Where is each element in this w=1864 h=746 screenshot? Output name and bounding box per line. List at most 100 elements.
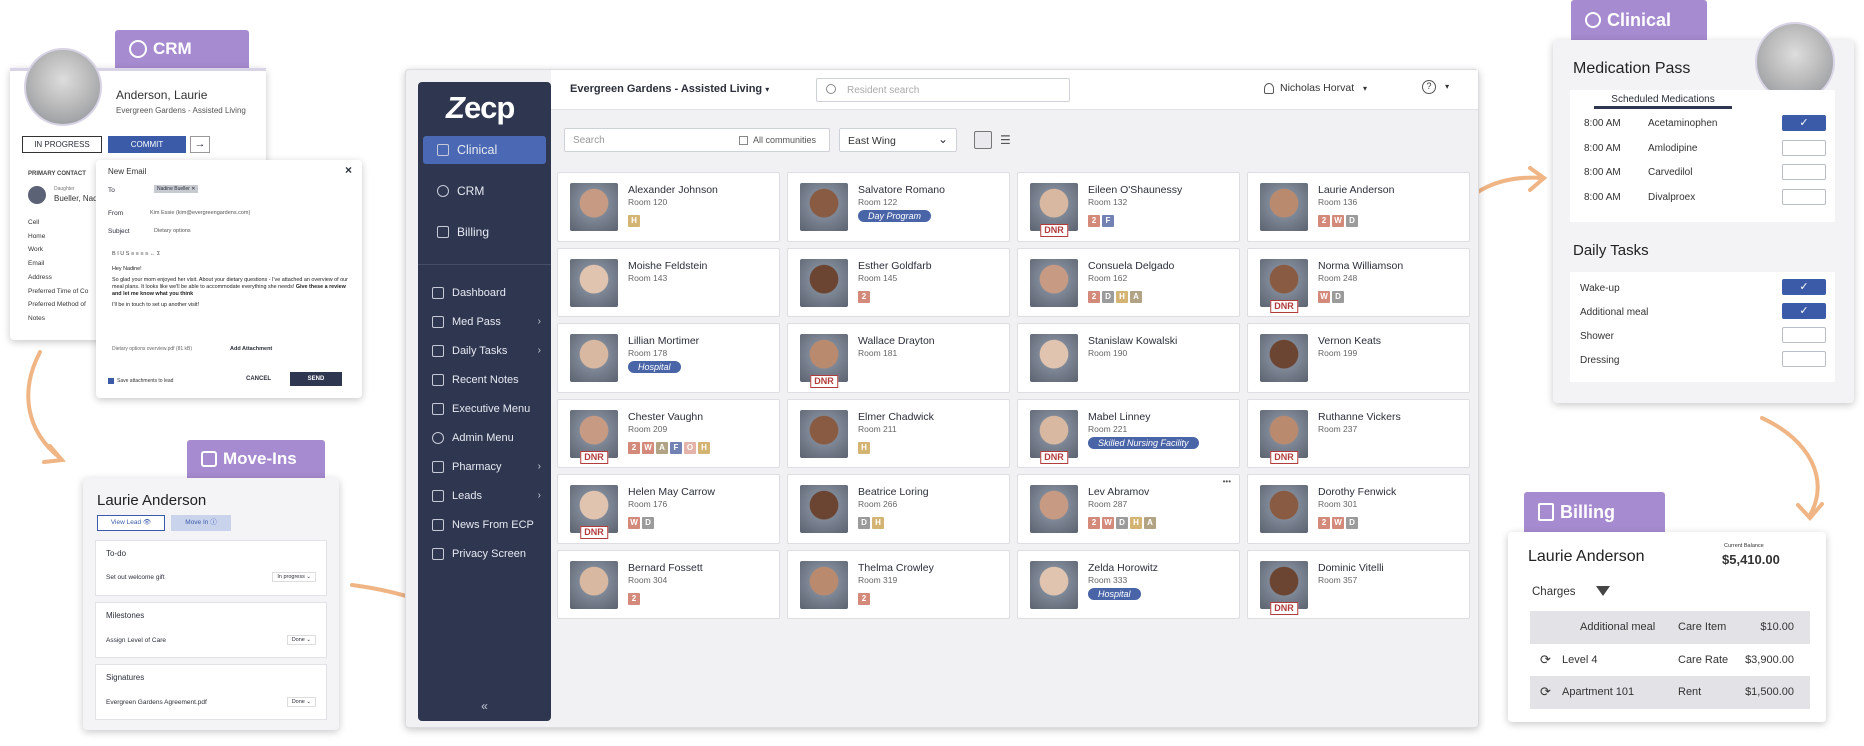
resident-room: Room 122 — [858, 197, 898, 207]
dashboard-icon — [432, 286, 444, 299]
sidebar-item-admin-menu[interactable]: Admin Menu — [418, 423, 551, 452]
med-checkbox[interactable] — [1782, 139, 1826, 156]
card-view-toggle[interactable] — [974, 131, 992, 149]
list-view-toggle[interactable]: ☰ — [1000, 133, 1011, 147]
send-button[interactable]: SEND — [290, 372, 342, 386]
subject-input[interactable]: Dietary options — [154, 228, 191, 234]
resident-card[interactable]: Vernon Keats Room 199 — [1247, 323, 1470, 393]
resident-card[interactable]: Esther Goldfarb Room 145 2 — [787, 247, 1010, 317]
resident-card[interactable]: Salvatore Romano Room 122 Day Program — [787, 172, 1010, 242]
resident-card[interactable]: DNR Ruthanne Vickers Room 237 — [1247, 398, 1470, 468]
sidebar-item-daily-tasks[interactable]: Daily Tasks › — [418, 336, 551, 365]
resident-card[interactable]: Dorothy Fenwick Room 301 2 W D — [1247, 474, 1470, 544]
resident-card[interactable]: DNR Chester Vaughn Room 209 2 W A F O H — [557, 398, 780, 468]
task-checkbox[interactable] — [1782, 351, 1826, 367]
app-logo[interactable]: Zecp — [446, 90, 515, 126]
resident-card[interactable]: DNR Norma Williamson Room 248 W D — [1247, 247, 1470, 317]
resident-card[interactable]: Laurie Anderson Room 136 2 W D — [1247, 172, 1470, 242]
charge-row[interactable]: ⟳ Level 4 Care Rate $3,900.00 — [1530, 643, 1810, 676]
all-communities-checkbox[interactable] — [739, 136, 748, 145]
sidebar-item-privacy-screen[interactable]: Privacy Screen — [418, 539, 551, 568]
resident-card[interactable]: Beatrice Loring Room 266 D H — [787, 474, 1010, 544]
filter-icon[interactable] — [1596, 586, 1610, 596]
resident-card[interactable]: DNR Helen May Carrow Room 176 W D — [557, 474, 780, 544]
resident-card[interactable]: Lillian Mortimer Room 178 Hospital — [557, 323, 780, 393]
resident-card[interactable]: Thelma Crowley Room 319 2 — [787, 549, 1010, 619]
close-icon[interactable]: × — [345, 163, 352, 177]
nav-clinical[interactable]: Clinical — [423, 136, 546, 164]
signature-status-dropdown[interactable]: Done ⌄ — [286, 697, 316, 707]
resident-card[interactable]: Lev Abramov Room 287 2 W D H A ••• — [1017, 474, 1240, 544]
sidebar-item-label: Daily Tasks — [452, 344, 508, 357]
milestones-section: Milestones Assign Level of Care Done ⌄ — [95, 602, 327, 658]
wing-select[interactable]: East Wing ⌄ — [839, 128, 957, 152]
med-checkbox[interactable] — [1782, 188, 1826, 205]
move-in-button[interactable]: Move In ⓘ — [171, 515, 231, 531]
arrow-button[interactable]: → — [190, 136, 210, 153]
resident-card[interactable]: Stanislaw Kowalski Room 190 — [1017, 323, 1240, 393]
to-chip[interactable]: Nadine Bueller ✕ — [154, 185, 199, 193]
milestone-status-dropdown[interactable]: Done ⌄ — [286, 635, 316, 645]
sidebar-item-news[interactable]: News From ECP — [418, 510, 551, 539]
in-progress-button[interactable]: IN PROGRESS — [22, 136, 102, 153]
resident-photo — [1260, 334, 1308, 382]
care-badge: D — [1346, 215, 1358, 227]
task-row: Wake-up ✓ — [1570, 278, 1835, 302]
crm-tag-label: CRM — [153, 39, 192, 58]
resident-card[interactable]: Elmer Chadwick Room 211 H — [787, 398, 1010, 468]
care-badge: W — [1332, 215, 1344, 227]
resident-search-input[interactable]: Resident search — [816, 78, 1070, 102]
resident-card[interactable]: DNR Mabel Linney Room 221 Skilled Nursing F… — [1017, 398, 1240, 468]
resident-card[interactable]: Moishe Feldstein Room 143 — [557, 247, 780, 317]
email-body[interactable]: Hey Nadine! So glad your mom enjoyed her… — [112, 266, 348, 309]
care-badges: 2WD — [1318, 512, 1360, 530]
collapse-sidebar-button[interactable]: « — [418, 699, 551, 713]
resident-name: Beatrice Loring — [858, 486, 929, 498]
commit-button[interactable]: COMMIT — [108, 136, 186, 153]
resident-card[interactable]: Bernard Fossett Room 304 2 — [557, 549, 780, 619]
sidebar-item-leads[interactable]: Leads › — [418, 481, 551, 510]
med-checkbox[interactable]: ✓ — [1782, 115, 1826, 131]
billing-tag: Billing — [1524, 492, 1665, 532]
resident-card[interactable]: DNR Wallace Drayton Room 181 — [787, 323, 1010, 393]
tasks-panel: Wake-up ✓ Additional meal ✓ Shower Dressing — [1570, 272, 1835, 382]
todo-status-dropdown[interactable]: In progress ⌄ — [272, 572, 316, 582]
sidebar-item-dashboard[interactable]: Dashboard — [418, 278, 551, 307]
resident-card[interactable]: Alexander Johnson Room 120 H — [557, 172, 780, 242]
crm-resident-name: Anderson, Laurie — [116, 88, 208, 102]
task-checkbox[interactable] — [1782, 327, 1826, 343]
help-menu[interactable]: ? ▾ — [1422, 80, 1449, 94]
resident-card[interactable]: DNR Dominic Vitelli Room 357 — [1247, 549, 1470, 619]
resident-card[interactable]: DNR Eileen O'Shaunessy Room 132 2 F — [1017, 172, 1240, 242]
resident-card[interactable]: Consuela Delgado Room 162 2 D H A — [1017, 247, 1240, 317]
format-toolbar[interactable]: B I U S ≡ ≡ ≡ ≡ ← Σ — [112, 251, 160, 257]
charge-row[interactable]: ⟳ Apartment 101 Rent $1,500.00 — [1530, 676, 1810, 709]
sidebar-item-med-pass[interactable]: Med Pass › — [418, 307, 551, 336]
user-menu[interactable]: Nicholas Horvat ▾ — [1264, 82, 1367, 94]
care-badge: A — [1130, 290, 1142, 303]
crm-tag: CRM — [115, 30, 249, 68]
sidebar-item-recent-notes[interactable]: Recent Notes — [418, 365, 551, 394]
view-lead-button[interactable]: View Lead 👁 — [97, 515, 165, 531]
charge-row[interactable]: Additional meal Care Item $10.00 — [1530, 611, 1810, 644]
contact-relation: Daughter — [54, 186, 75, 192]
med-checkbox[interactable] — [1782, 164, 1826, 180]
resident-photo — [1030, 258, 1078, 307]
task-checkbox[interactable]: ✓ — [1782, 303, 1826, 319]
sidebar-item-pharmacy[interactable]: Pharmacy › — [418, 452, 551, 481]
sidebar-item-executive-menu[interactable]: Executive Menu — [418, 394, 551, 423]
add-attachment-link[interactable]: Add Attachment — [230, 346, 272, 352]
nav-billing[interactable]: Billing — [423, 217, 546, 246]
nav-crm[interactable]: CRM — [423, 176, 546, 205]
more-options-icon[interactable]: ••• — [1223, 477, 1231, 486]
save-attachments-checkbox[interactable] — [108, 378, 114, 384]
search-input[interactable]: Search All communities — [564, 128, 830, 152]
daily-tasks-title: Daily Tasks — [1573, 242, 1649, 259]
attachment-file[interactable]: Dietary options overview.pdf (81 kB) — [112, 346, 192, 352]
care-badges: 2WD — [1318, 210, 1360, 228]
community-selector[interactable]: Evergreen Gardens - Assisted Living ▾ — [570, 83, 769, 95]
task-checkbox[interactable]: ✓ — [1782, 279, 1826, 295]
resident-card[interactable]: Zelda Horowitz Room 333 Hospital — [1017, 549, 1240, 619]
resident-room: Room 162 — [1088, 272, 1128, 283]
cancel-button[interactable]: CANCEL — [246, 376, 271, 382]
